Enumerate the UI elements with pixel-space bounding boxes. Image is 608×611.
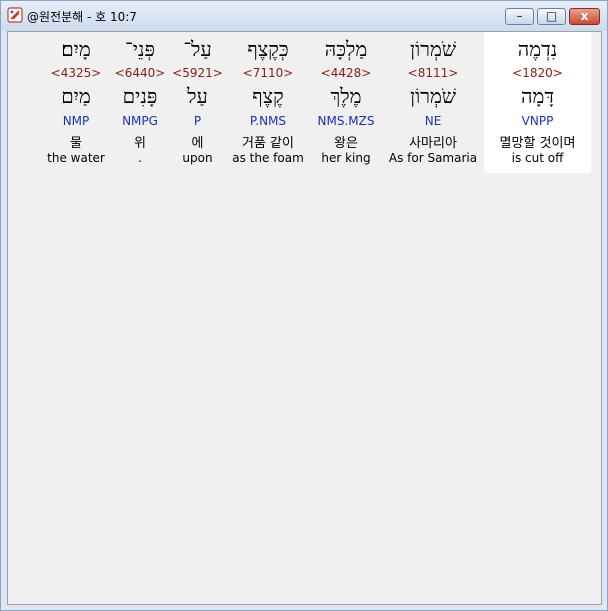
strong-number[interactable]: <6440> [114, 66, 166, 80]
maximize-icon: □ [545, 9, 558, 23]
hebrew-word: נִדְמֶה [517, 37, 558, 61]
hebrew-word: מַלְכָּהּ [324, 37, 368, 61]
hebrew-word: כְּקֶצֶף [247, 37, 289, 61]
word-column[interactable]: פְּנֵי־ <6440> פָּנִים NMPG 위 . [114, 32, 166, 173]
strong-number[interactable]: <4428> [310, 66, 382, 80]
korean-gloss: 에 [191, 136, 204, 151]
parsing-code: P.NMS [249, 114, 287, 128]
korean-gloss: 거품 같이 [242, 136, 294, 151]
word-column[interactable]: כְּקֶצֶף <7110> קֶצֶף P.NMS 거품 같이 as the… [230, 32, 306, 173]
strong-number[interactable]: <8111> [386, 66, 480, 80]
strong-number[interactable]: <4325> [44, 66, 108, 80]
hebrew-word: שֹׁמְרוֹן [409, 37, 457, 61]
lexeme: מַיִם [61, 84, 91, 108]
hebrew-word: פְּנֵי־ [125, 37, 155, 61]
lexeme: קֶצֶף [252, 84, 284, 108]
parsing-code: NMP [62, 114, 90, 128]
word-column[interactable]: מָיִם׃ <4325> מַיִם NMP 물 the water [44, 32, 108, 173]
lexeme: פָּנִים [122, 84, 158, 108]
word-column[interactable]: מַלְכָּהּ <4428> מֶלֶךְ NMS.MZS 왕은 her k… [310, 32, 382, 173]
app-window: @원전분해 - 호 10:7 – □ x נִדְמֶה <1820> דָּמ… [0, 0, 608, 611]
english-gloss: as the foam [232, 151, 304, 165]
english-gloss: upon [182, 151, 213, 165]
hebrew-word: מָיִם׃ [61, 37, 91, 61]
lexeme: מֶלֶךְ [330, 84, 362, 108]
parsing-code: NMPG [122, 114, 158, 128]
korean-gloss: 왕은 [334, 136, 358, 151]
strong-number[interactable]: <1820> [484, 66, 591, 80]
close-button[interactable]: x [569, 8, 600, 25]
title-bar[interactable]: @원전분해 - 호 10:7 – □ x [1, 1, 607, 31]
english-gloss: . [138, 151, 142, 165]
parsing-code: NMS.MZS [317, 114, 375, 128]
parsing-code: P [193, 114, 202, 128]
parsing-code: NE [424, 114, 442, 128]
maximize-button[interactable]: □ [537, 8, 566, 25]
lexeme: דָּמָה [521, 84, 554, 108]
hebrew-word: עַל־ [183, 37, 212, 61]
word-column[interactable]: שֹׁמְרוֹן <8111> שֹׁמְרוֹן NE 사마리아 As fo… [386, 32, 480, 173]
word-column[interactable]: נִדְמֶה <1820> דָּמָה VNPP 멸망할 것이며 is cu… [484, 32, 591, 173]
korean-gloss: 물 [70, 136, 82, 151]
close-icon: x [580, 9, 589, 23]
parsing-code: VNPP [521, 114, 554, 128]
word-analysis-panel: נִדְמֶה <1820> דָּמָה VNPP 멸망할 것이며 is cu… [7, 31, 602, 605]
english-gloss: As for Samaria [388, 151, 478, 165]
english-gloss: is cut off [511, 151, 564, 165]
strong-number[interactable]: <5921> [171, 66, 224, 80]
korean-gloss: 멸망할 것이며 [499, 136, 576, 151]
word-column[interactable]: עַל־ <5921> עַל P 에 upon [171, 32, 224, 173]
korean-gloss: 위 [134, 136, 146, 151]
english-gloss: the water [47, 151, 105, 165]
app-icon [7, 7, 23, 23]
strong-number[interactable]: <7110> [230, 66, 306, 80]
lexeme: שֹׁמְרוֹן [409, 84, 457, 108]
minimize-icon: – [516, 9, 523, 23]
minimize-button[interactable]: – [505, 8, 534, 25]
english-gloss: her king [321, 151, 371, 165]
lexeme: עַל [187, 84, 208, 108]
window-title: @원전분해 - 호 10:7 [27, 10, 137, 24]
korean-gloss: 사마리아 [409, 136, 457, 151]
